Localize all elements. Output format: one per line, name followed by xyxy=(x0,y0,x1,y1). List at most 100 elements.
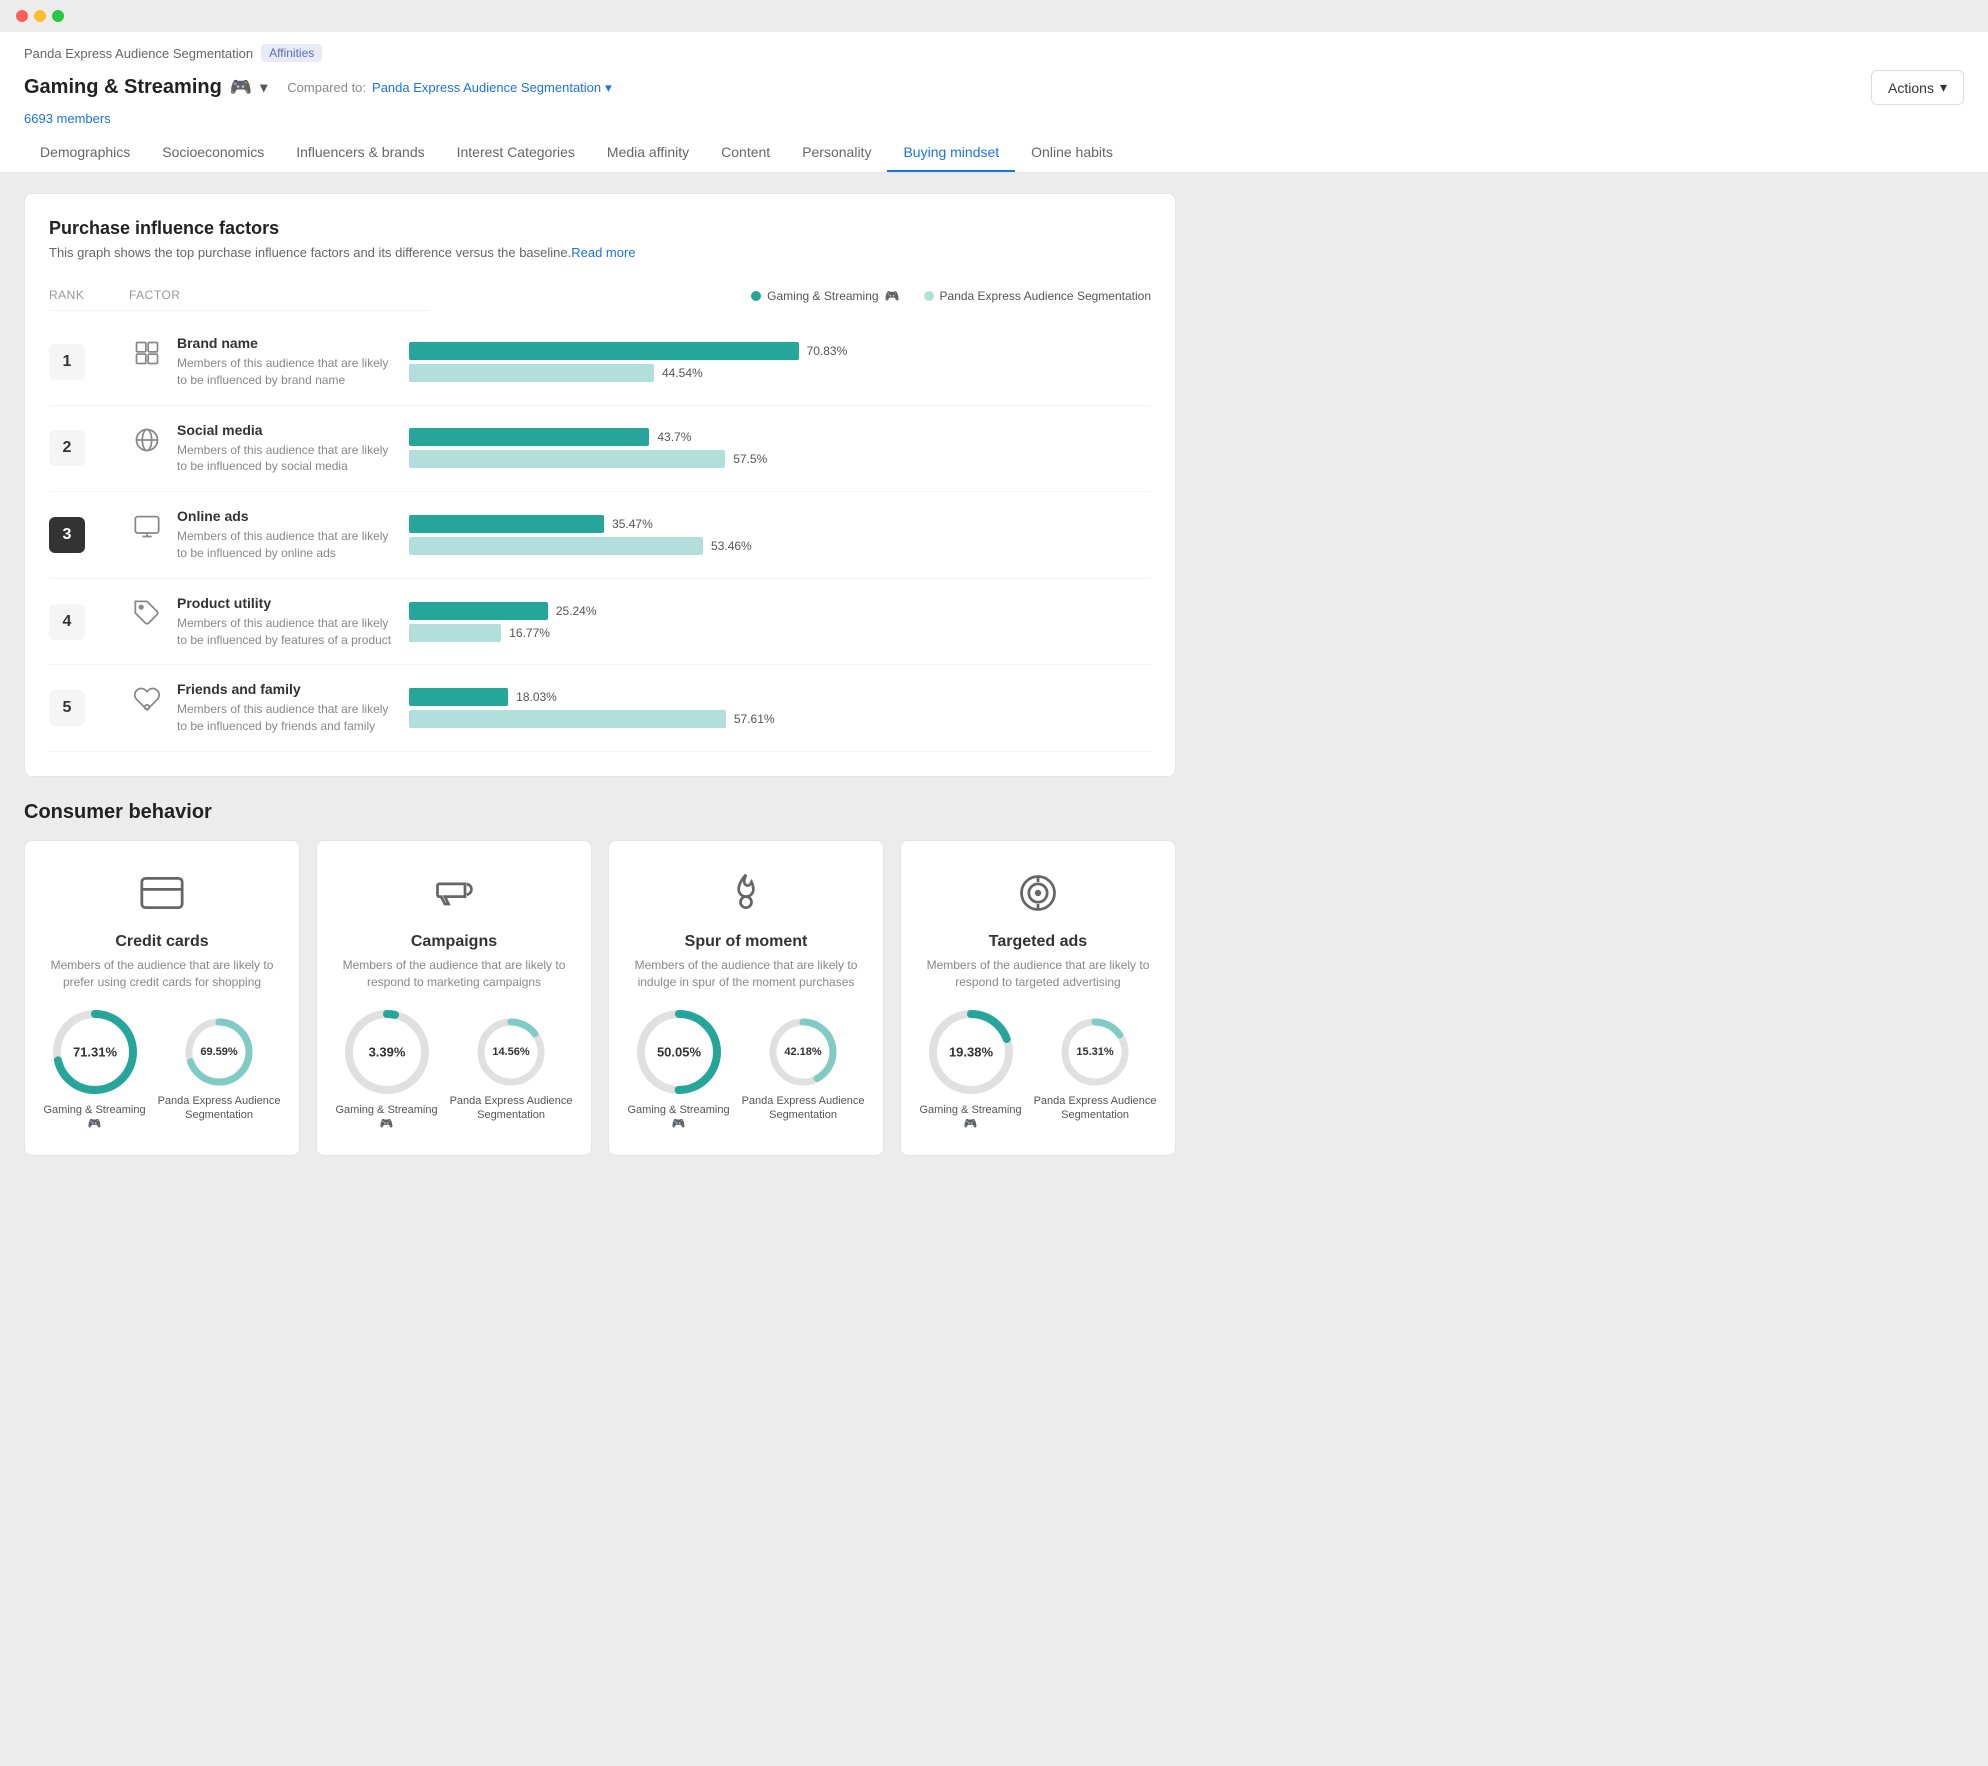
bar-panda-3 xyxy=(409,537,703,555)
tab-media-affinity[interactable]: Media affinity xyxy=(591,134,705,172)
bar-gaming-label-3: 35.47% xyxy=(612,517,653,531)
maximize-button[interactable] xyxy=(52,10,64,22)
panda-dot xyxy=(924,291,934,301)
consumer-card-campaigns: Campaigns Members of the audience that a… xyxy=(316,840,592,1156)
tab-interest-categories[interactable]: Interest Categories xyxy=(441,134,591,172)
factor-info-3: Online ads Members of this audience that… xyxy=(129,508,409,562)
donut-panda-3: 15.31% Panda Express AudienceSegmentatio… xyxy=(1034,1016,1157,1123)
donut-panda-2: 42.18% Panda Express AudienceSegmentatio… xyxy=(742,1016,865,1123)
factor-bars-4: 25.24% 16.77% xyxy=(409,602,1151,642)
legend-panda: Panda Express Audience Segmentation xyxy=(924,289,1151,303)
factors-list: 1 Brand name Members of this audience th… xyxy=(49,319,1151,752)
gaming-icon-small: 🎮 xyxy=(964,1118,978,1130)
gaming-icon-small: 🎮 xyxy=(672,1118,686,1130)
fire-icon xyxy=(718,865,774,921)
consumer-card-desc-0: Members of the audience that are likely … xyxy=(41,957,283,991)
svg-text:42.18%: 42.18% xyxy=(784,1046,822,1058)
factor-desc-1: Members of this audience that are likely… xyxy=(177,355,393,389)
consumer-card-desc-1: Members of the audience that are likely … xyxy=(333,957,575,991)
breadcrumb: Panda Express Audience Segmentation Affi… xyxy=(24,44,1964,62)
donut-row-0: 71.31% Gaming & Streaming🎮 69.59% Panda … xyxy=(41,1007,283,1132)
consumer-card-name-0: Credit cards xyxy=(115,933,208,951)
gaming-icon-small: 🎮 xyxy=(380,1118,394,1130)
factor-bars-1: 70.83% 44.54% xyxy=(409,342,1151,382)
read-more-link[interactable]: Read more xyxy=(571,245,635,260)
consumer-card-desc-2: Members of the audience that are likely … xyxy=(625,957,867,991)
window-chrome xyxy=(0,0,1988,32)
bar-panda-2 xyxy=(409,450,725,468)
consumer-card-name-2: Spur of moment xyxy=(685,933,808,951)
gaming-icon-small: 🎮 xyxy=(88,1118,102,1130)
actions-button[interactable]: Actions ▾ xyxy=(1871,70,1964,105)
donut-panda-1: 14.56% Panda Express AudienceSegmentatio… xyxy=(450,1016,573,1123)
tab-buying-mindset[interactable]: Buying mindset xyxy=(887,134,1015,172)
bar-gaming-label-5: 18.03% xyxy=(516,690,557,704)
col-factor: Factor xyxy=(129,288,409,302)
rank-2: 2 xyxy=(49,430,85,466)
consumer-section-title: Consumer behavior xyxy=(24,801,1176,824)
minimize-button[interactable] xyxy=(34,10,46,22)
bar-panda-label-5: 57.61% xyxy=(734,712,775,726)
factor-desc-2: Members of this audience that are likely… xyxy=(177,442,393,476)
affinities-tag[interactable]: Affinities xyxy=(261,44,322,62)
page-header: Panda Express Audience Segmentation Affi… xyxy=(0,32,1988,173)
compared-to-area: Compared to: Panda Express Audience Segm… xyxy=(287,80,611,96)
tab-online-habits[interactable]: Online habits xyxy=(1015,134,1129,172)
legend-gaming: Gaming & Streaming 🎮 xyxy=(751,289,899,303)
factor-name-4: Product utility xyxy=(177,595,393,611)
audience-dropdown[interactable]: ▾ xyxy=(260,79,267,96)
factor-row-5: 5 Friends and family Members of this aud… xyxy=(49,665,1151,752)
purchase-card-title: Purchase influence factors xyxy=(49,218,1151,239)
tab-influencers-and-brands[interactable]: Influencers & brands xyxy=(280,134,440,172)
purchase-card-subtitle: This graph shows the top purchase influe… xyxy=(49,245,1151,260)
compared-to-link[interactable]: Panda Express Audience Segmentation ▾ xyxy=(372,80,612,96)
factor-desc-4: Members of this audience that are likely… xyxy=(177,615,393,649)
donut-row-1: 3.39% Gaming & Streaming🎮 14.56% Panda E… xyxy=(333,1007,575,1132)
factor-desc-3: Members of this audience that are likely… xyxy=(177,528,393,562)
consumer-grid: Credit cards Members of the audience tha… xyxy=(24,840,1176,1156)
svg-text:69.59%: 69.59% xyxy=(200,1046,238,1058)
factor-row-3: 3 Online ads Members of this audience th… xyxy=(49,492,1151,579)
purchase-influence-card: Purchase influence factors This graph sh… xyxy=(24,193,1176,777)
factor-info-4: Product utility Members of this audience… xyxy=(129,595,409,649)
consumer-card-targeted-ads: Targeted ads Members of the audience tha… xyxy=(900,840,1176,1156)
svg-text:15.31%: 15.31% xyxy=(1076,1046,1114,1058)
rank-5: 5 xyxy=(49,690,85,726)
factor-row-2: 2 Social media Members of this audience … xyxy=(49,406,1151,493)
tab-content[interactable]: Content xyxy=(705,134,786,172)
card-icon xyxy=(134,865,190,921)
factor-icon-3 xyxy=(129,508,165,544)
bar-panda-label-1: 44.54% xyxy=(662,366,703,380)
factor-name-5: Friends and family xyxy=(177,681,393,697)
factor-desc-5: Members of this audience that are likely… xyxy=(177,701,393,735)
factor-bars-5: 18.03% 57.61% xyxy=(409,688,1151,728)
bar-panda-label-3: 53.46% xyxy=(711,539,752,553)
members-count[interactable]: 6693 members xyxy=(24,111,1964,126)
tab-demographics[interactable]: Demographics xyxy=(24,134,146,172)
factor-icon-4 xyxy=(129,595,165,631)
factor-info-5: Friends and family Members of this audie… xyxy=(129,681,409,735)
donut-gaming-0: 71.31% Gaming & Streaming🎮 xyxy=(43,1007,145,1132)
factor-bars-3: 35.47% 53.46% xyxy=(409,515,1151,555)
gaming-icon: 🎮 xyxy=(230,77,252,98)
bar-gaming-2 xyxy=(409,428,649,446)
consumer-card-name-1: Campaigns xyxy=(411,933,497,951)
factor-name-2: Social media xyxy=(177,422,393,438)
donut-panda-0: 69.59% Panda Express AudienceSegmentatio… xyxy=(158,1016,281,1123)
svg-text:14.56%: 14.56% xyxy=(492,1046,530,1058)
factor-info-2: Social media Members of this audience th… xyxy=(129,422,409,476)
svg-text:50.05%: 50.05% xyxy=(656,1044,701,1059)
bar-panda-5 xyxy=(409,710,726,728)
bar-panda-1 xyxy=(409,364,654,382)
bar-gaming-label-4: 25.24% xyxy=(556,604,597,618)
factor-icon-2 xyxy=(129,422,165,458)
close-button[interactable] xyxy=(16,10,28,22)
tab-personality[interactable]: Personality xyxy=(786,134,887,172)
bar-gaming-1 xyxy=(409,342,799,360)
consumer-card-name-3: Targeted ads xyxy=(989,933,1087,951)
bar-gaming-label-1: 70.83% xyxy=(807,344,848,358)
factor-icon-1 xyxy=(129,335,165,371)
donut-gaming-2: 50.05% Gaming & Streaming🎮 xyxy=(627,1007,729,1132)
tab-socioeconomics[interactable]: Socioeconomics xyxy=(146,134,280,172)
gaming-dot xyxy=(751,291,761,301)
